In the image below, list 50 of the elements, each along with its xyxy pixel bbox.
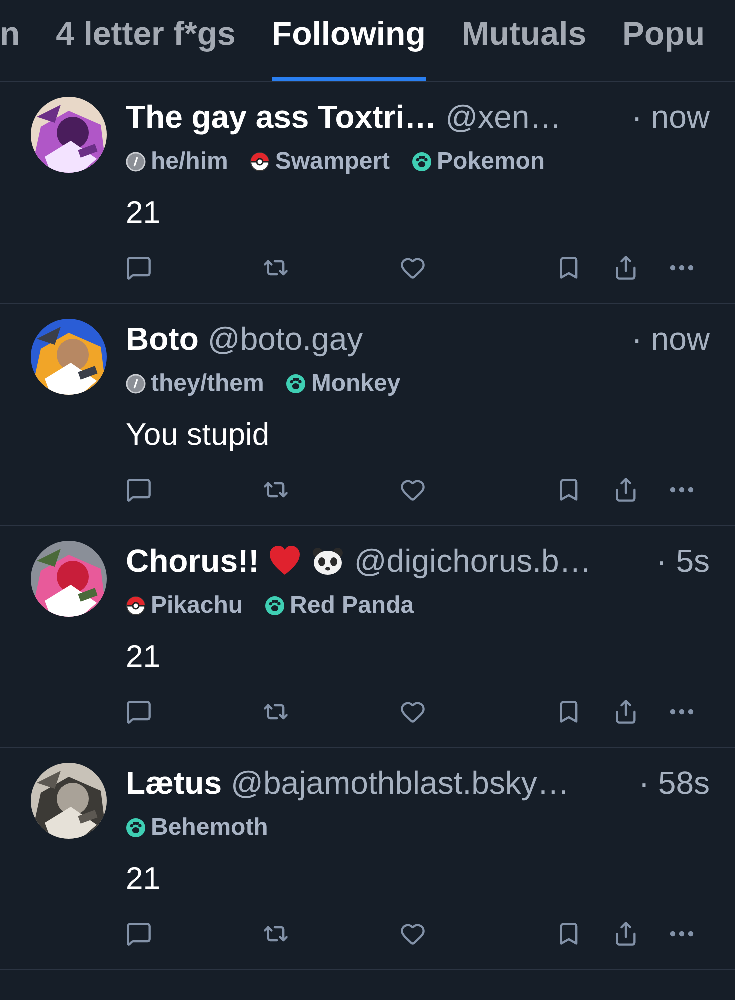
speech-bubble-icon <box>126 477 152 503</box>
post-text: 21 <box>126 194 162 232</box>
display-name: Boto <box>126 320 199 358</box>
display-name: The gay ass Toxtri… <box>126 98 437 136</box>
label-text: Swampert <box>275 148 390 176</box>
post-time: · 5s <box>656 542 710 580</box>
post-time: · 58s <box>638 764 710 802</box>
paw-icon <box>126 818 146 838</box>
slash-circle-icon <box>126 152 146 172</box>
pokeball-icon <box>126 596 146 616</box>
paw-icon <box>286 374 306 394</box>
user-handle: @digichorus.b… <box>354 542 592 580</box>
label-text: Behemoth <box>151 814 268 842</box>
post-time: · now <box>632 98 710 136</box>
post-text: 21 <box>126 638 162 676</box>
more-icon <box>670 265 694 271</box>
post-text: You stupid <box>126 416 271 454</box>
label-text: Monkey <box>311 370 401 398</box>
heart-outline-icon <box>400 921 426 947</box>
user-handle: @xen… <box>446 98 562 136</box>
speech-bubble-icon <box>126 255 152 281</box>
more-icon <box>670 709 694 715</box>
feed-tab[interactable]: 4 letter f*gs <box>56 0 236 81</box>
heart-outline-icon <box>400 699 426 725</box>
heart-outline-icon <box>400 477 426 503</box>
display-name: Chorus!! <box>126 542 260 580</box>
pokeball-icon <box>250 152 270 172</box>
more-icon <box>670 487 694 493</box>
label-text: Pokemon <box>437 148 546 176</box>
speech-bubble-icon <box>126 699 152 725</box>
display-name: Lætus <box>126 764 222 802</box>
paw-icon <box>412 152 432 172</box>
user-handle: @boto.gay <box>208 320 364 358</box>
label-text: Pikachu <box>151 592 244 620</box>
label-text: he/him <box>151 148 228 176</box>
user-handle: @bajamothblast.bsky… <box>231 764 570 802</box>
more-icon <box>670 931 694 937</box>
post-text: 21 <box>126 860 162 898</box>
feed-tab[interactable]: Mutuals <box>462 0 587 81</box>
slash-circle-icon <box>126 374 146 394</box>
label-text: they/them <box>151 370 264 398</box>
feed-tab[interactable]: Popu <box>622 0 706 81</box>
speech-bubble-icon <box>126 921 152 947</box>
heart-icon <box>268 544 302 578</box>
label-text: Red Panda <box>290 592 414 620</box>
feed-tab[interactable]: Following <box>272 0 426 81</box>
heart-outline-icon <box>400 255 426 281</box>
post-time: · now <box>632 320 710 358</box>
feed-tab[interactable]: n <box>0 0 20 81</box>
paw-icon <box>265 596 286 616</box>
